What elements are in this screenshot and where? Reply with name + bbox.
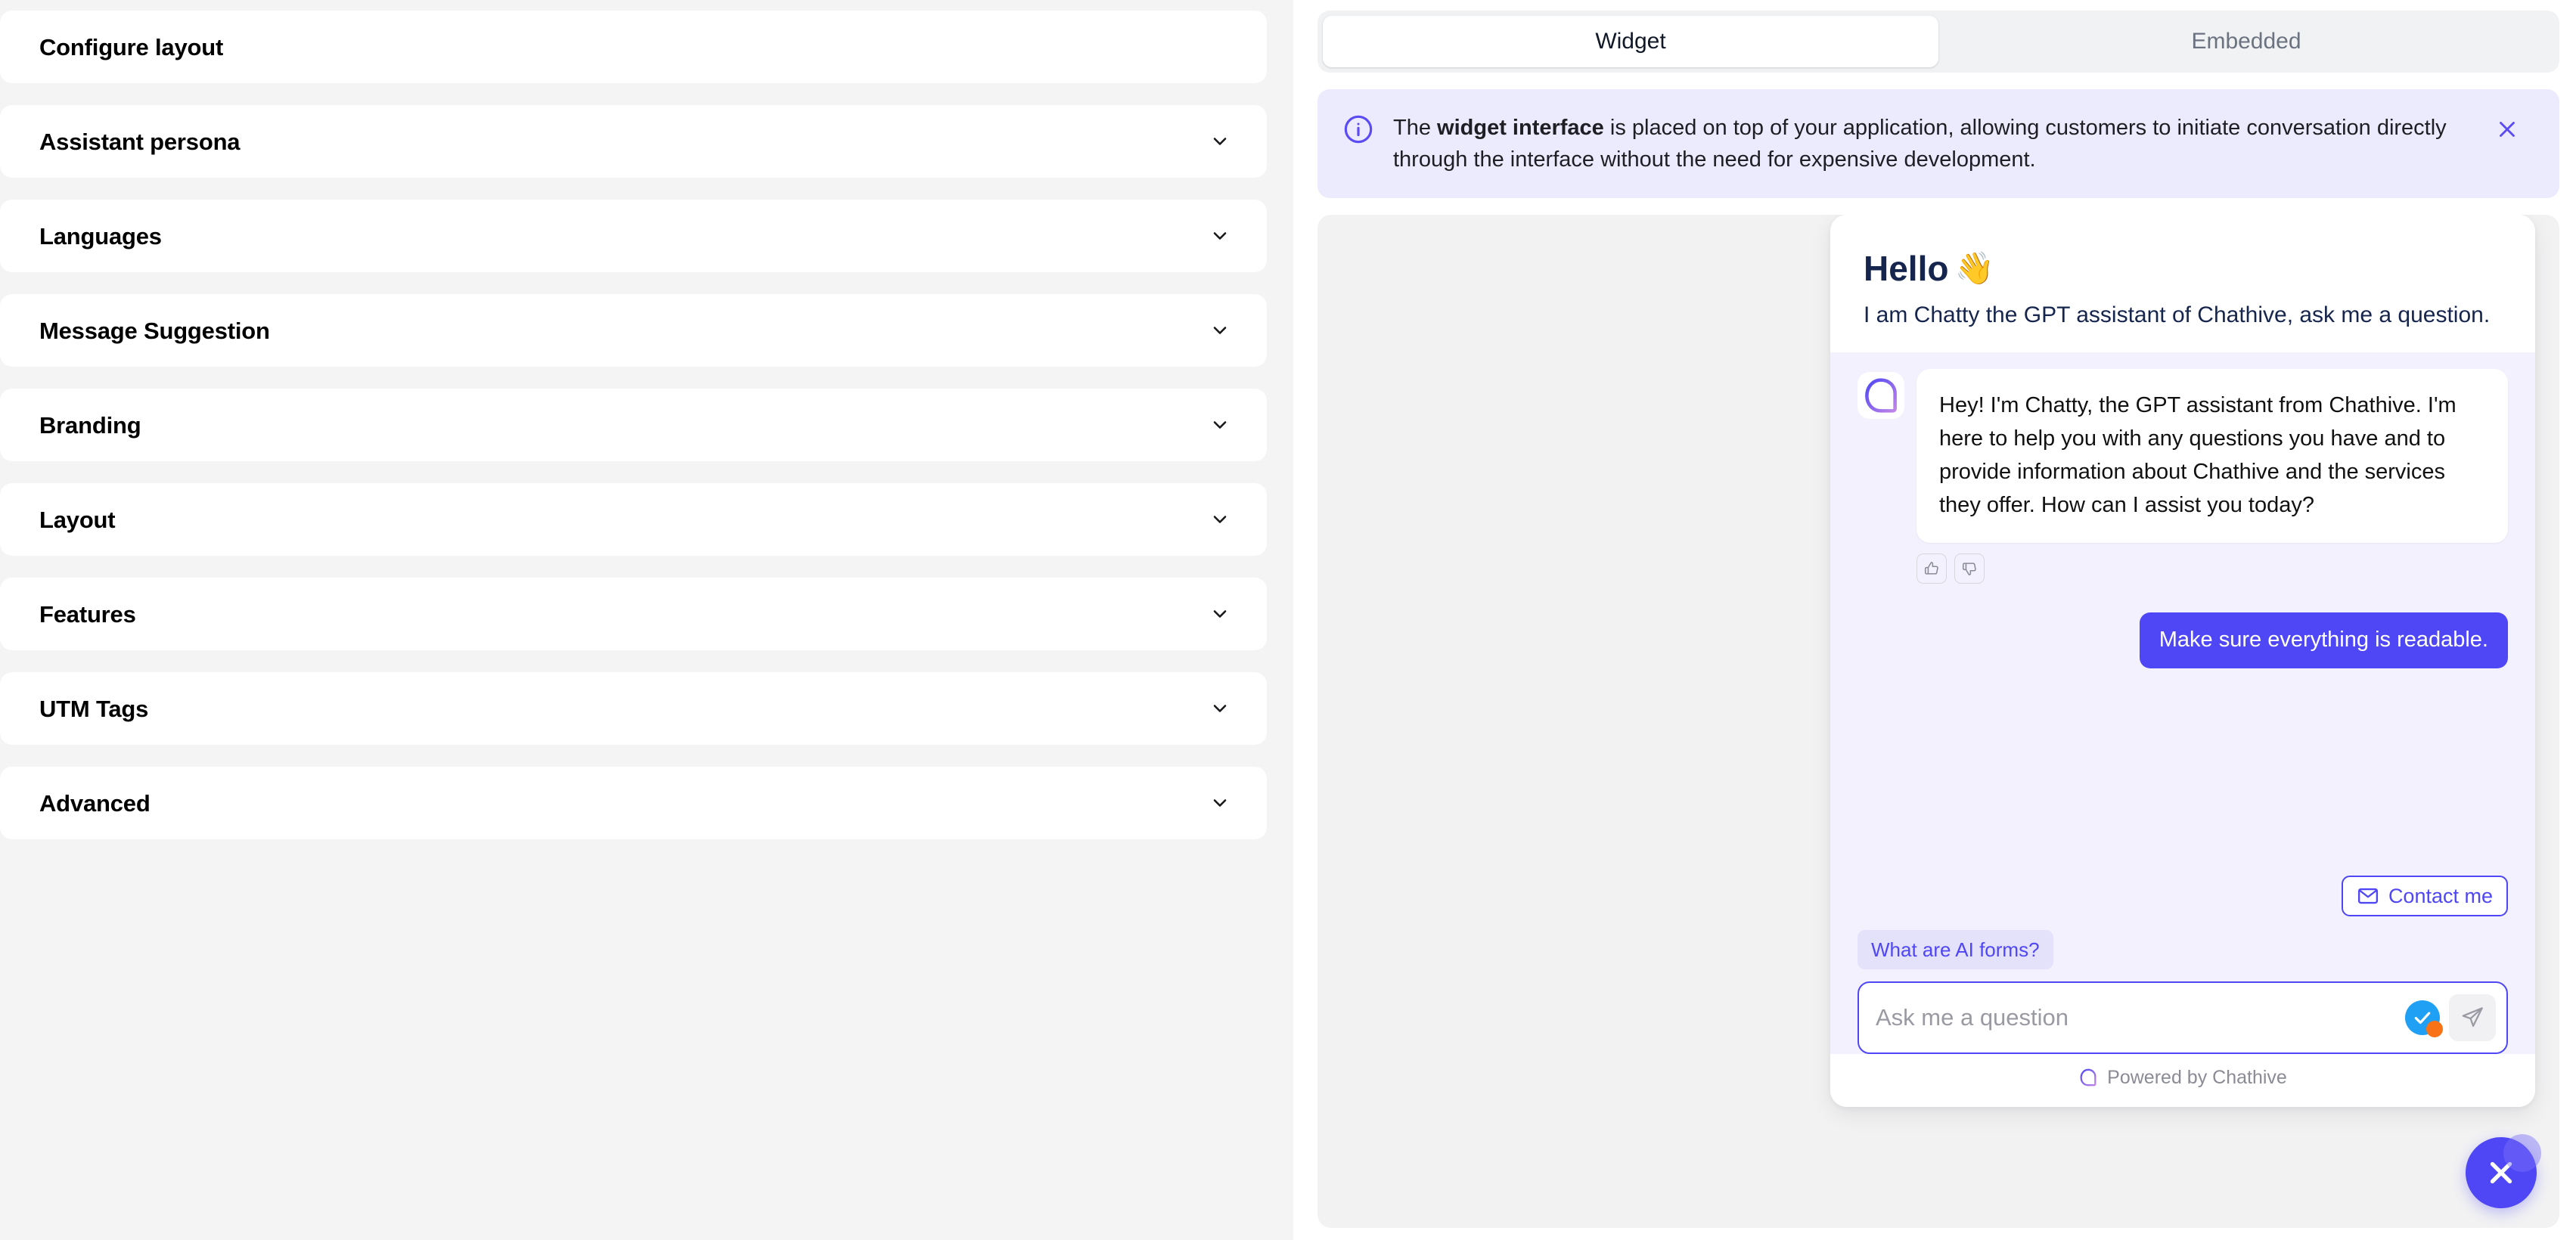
thumbs-up-icon	[1923, 560, 1940, 577]
accordion-item-layout[interactable]: Layout	[0, 483, 1267, 556]
widget-subtitle: I am Chatty the GPT assistant of Chathiv…	[1864, 302, 2491, 327]
thumbs-down-icon	[1961, 560, 1978, 577]
thumbs-down-button[interactable]	[1954, 553, 1985, 584]
widget-header: Hello 👋 I am Chatty the GPT assistant of…	[1830, 215, 2535, 352]
contact-me-label: Contact me	[2388, 884, 2493, 907]
tab-widget[interactable]: Widget	[1323, 16, 1938, 67]
widget-preview-stage: Hello 👋 I am Chatty the GPT assistant of…	[1317, 215, 2559, 1228]
grammarly-status-dot	[2426, 1021, 2443, 1038]
info-text-bold: widget interface	[1437, 116, 1604, 140]
contact-row: Contact me	[1858, 876, 2508, 917]
assistant-message-row: Hey! I'm Chatty, the GPT assistant from …	[1858, 368, 2508, 543]
chevron-down-icon[interactable]	[1209, 792, 1231, 814]
send-paper-plane-icon	[2460, 1006, 2484, 1030]
app-root: Configure layout Assistant persona Langu…	[0, 0, 2576, 1240]
user-message-row: Make sure everything is readable.	[1858, 612, 2508, 668]
widget-greeting: Hello 👋	[1864, 250, 2502, 288]
user-message-bubble: Make sure everything is readable.	[2139, 612, 2508, 668]
preview-mode-tabs: Widget Embedded	[1317, 11, 2559, 73]
accordion-title: Configure layout	[39, 33, 224, 60]
chathive-logo-icon	[2078, 1068, 2098, 1087]
tab-embedded-label: Embedded	[2191, 29, 2301, 54]
powered-by-label: Powered by Chathive	[2107, 1066, 2287, 1088]
info-circle-icon	[1343, 112, 1373, 148]
chevron-down-icon[interactable]	[1209, 131, 1231, 152]
accordion-title: Assistant persona	[39, 128, 241, 155]
preview-panel: Widget Embedded The widget interface is …	[1293, 0, 2576, 1240]
widget-bottom-controls: Contact me What are AI forms?	[1858, 876, 2508, 1055]
chevron-down-icon[interactable]	[1209, 225, 1231, 246]
suggestion-row: What are AI forms?	[1858, 930, 2508, 970]
contact-me-button[interactable]: Contact me	[2341, 876, 2508, 917]
info-text-before: The	[1393, 116, 1438, 140]
accordion-list: Configure layout Assistant persona Langu…	[0, 11, 1267, 839]
accordion-item-assistant-persona[interactable]: Assistant persona	[0, 105, 1267, 178]
chevron-down-icon[interactable]	[1209, 698, 1231, 719]
accordion-title: Message Suggestion	[39, 317, 270, 344]
chat-bubble-lines-icon	[1861, 376, 1901, 415]
chevron-down-icon[interactable]	[1209, 603, 1231, 625]
accordion-title: Features	[39, 600, 136, 628]
accordion-item-languages[interactable]: Languages	[0, 200, 1267, 272]
chat-widget: Hello 👋 I am Chatty the GPT assistant of…	[1830, 215, 2535, 1108]
accordion-item-message-suggestion[interactable]: Message Suggestion	[0, 294, 1267, 367]
tab-widget-label: Widget	[1595, 29, 1666, 54]
suggestion-chip-ai-forms[interactable]: What are AI forms?	[1858, 930, 2053, 970]
chevron-down-icon[interactable]	[1209, 509, 1231, 530]
accordion-title: Advanced	[39, 789, 151, 817]
thumbs-up-button[interactable]	[1916, 553, 1947, 584]
chevron-down-icon[interactable]	[1209, 320, 1231, 341]
waving-hand-icon: 👋	[1954, 250, 1994, 287]
widget-conversation: Hey! I'm Chatty, the GPT assistant from …	[1830, 352, 2535, 1055]
accordion-title: Branding	[39, 411, 141, 439]
avatar	[1858, 371, 1904, 419]
message-composer[interactable]	[1858, 981, 2508, 1055]
message-feedback-controls	[1916, 553, 2508, 584]
info-banner: The widget interface is placed on top of…	[1317, 89, 2559, 199]
accordion-item-advanced[interactable]: Advanced	[0, 767, 1267, 839]
chevron-down-icon[interactable]	[1209, 414, 1231, 436]
accordion-title: Layout	[39, 506, 116, 533]
accordion-item-configure-layout[interactable]: Configure layout	[0, 11, 1267, 83]
accordion-item-utm-tags[interactable]: UTM Tags	[0, 672, 1267, 745]
info-banner-text: The widget interface is placed on top of…	[1393, 112, 2475, 175]
widget-greeting-text: Hello	[1864, 249, 1949, 289]
grammarly-check-icon[interactable]	[2405, 1000, 2443, 1038]
accordion-title: UTM Tags	[39, 695, 149, 722]
accordion-title: Languages	[39, 222, 162, 250]
envelope-icon	[2357, 885, 2379, 907]
widget-toggle-button[interactable]	[2466, 1134, 2541, 1208]
tab-embedded[interactable]: Embedded	[1938, 16, 2554, 67]
send-button[interactable]	[2449, 994, 2496, 1042]
accordion-item-features[interactable]: Features	[0, 578, 1267, 650]
accordion-item-branding[interactable]: Branding	[0, 389, 1267, 461]
configuration-panel: Configure layout Assistant persona Langu…	[0, 0, 1293, 1240]
widget-footer: Powered by Chathive	[1830, 1054, 2535, 1108]
assistant-message-bubble: Hey! I'm Chatty, the GPT assistant from …	[1916, 368, 2508, 543]
close-icon[interactable]	[2494, 112, 2520, 146]
message-input[interactable]	[1876, 983, 2396, 1053]
fab-badge	[2503, 1134, 2541, 1172]
